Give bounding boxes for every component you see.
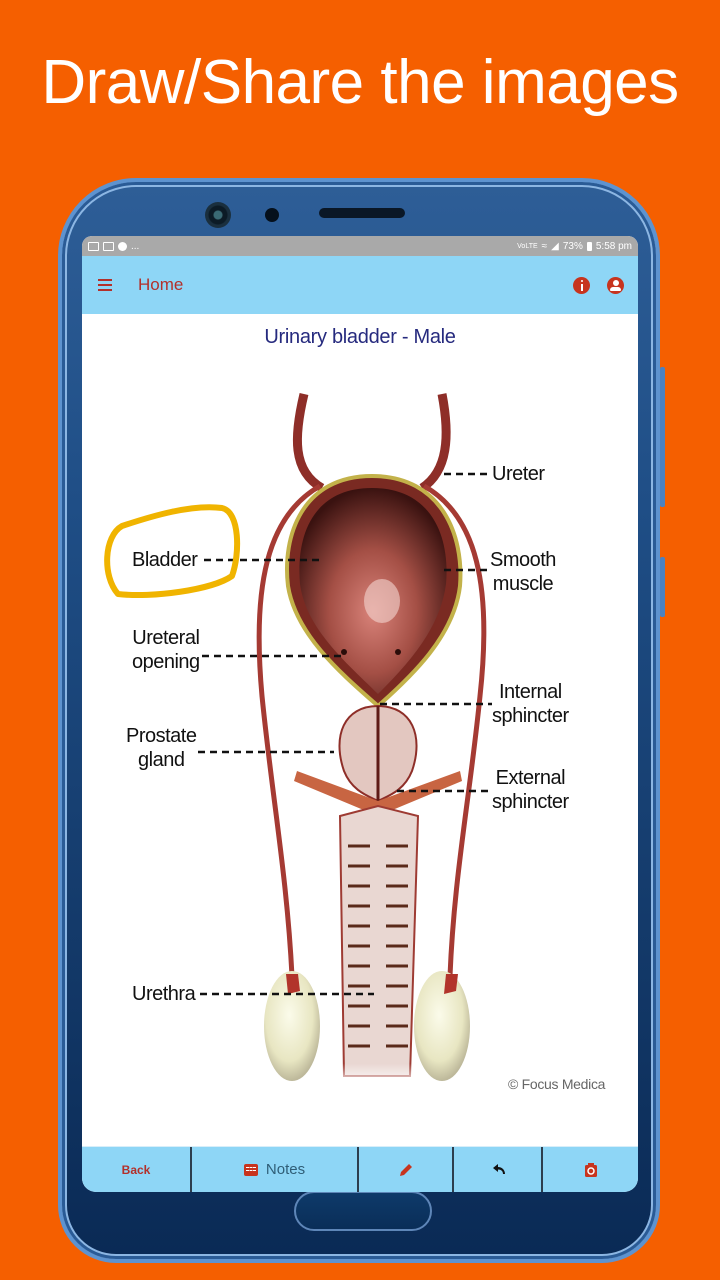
battery-percent: 73% [562,240,583,252]
camera-icon [584,1162,597,1177]
sensor-icon [265,208,279,222]
testis-right [414,971,470,1081]
hamburger-menu-icon[interactable] [98,279,112,291]
ureter-left [292,392,325,492]
pencil-icon [399,1163,412,1176]
label-internal-sphincter: Internal sphincter [492,681,569,727]
notes-button[interactable]: Notes [192,1147,359,1192]
battery-icon [586,241,592,251]
label-ureteral-opening: Ureteral opening [132,627,200,673]
promo-title: Draw/Share the images [41,48,679,117]
ureter-right [419,393,451,492]
label-bladder: Bladder [132,549,198,571]
content-title: Urinary bladder - Male [264,326,456,348]
volte-icon: VoLTE [517,242,538,250]
app-bar: Home [82,256,638,314]
label-smooth-muscle: Smooth muscle [490,549,556,595]
info-icon[interactable] [573,276,590,294]
back-button[interactable]: Back [82,1147,192,1192]
app-notification-icon [118,241,127,251]
earpiece-speaker [319,208,405,218]
signal-icon: ◢ [551,240,559,252]
draw-button[interactable] [359,1147,454,1192]
status-bar: ... VoLTE ≈ ◢ 73% 5:58 pm [82,236,638,256]
label-ureter: Ureter [492,463,545,485]
gmail-icon [103,241,114,251]
anatomy-diagram[interactable]: Ureter Bladder Smooth muscle Ureteral op… [82,376,638,1106]
keyboard-icon [243,1163,258,1176]
clock: 5:58 pm [595,240,632,252]
power-button [660,557,665,617]
app-title: Home [138,275,184,294]
copyright-text: © Focus Medica [508,1076,606,1092]
front-camera-icon [205,202,231,228]
more-notifications: ... [131,240,140,252]
volume-button [660,367,665,507]
camera-button[interactable] [543,1147,638,1192]
label-urethra: Urethra [132,983,196,1005]
undo-icon [492,1163,505,1174]
bottom-toolbar: Back Notes [82,1146,638,1192]
app-screen: ... VoLTE ≈ ◢ 73% 5:58 pm Home Urinary b… [82,236,638,1192]
undo-button[interactable] [454,1147,543,1192]
account-icon[interactable] [607,276,624,294]
label-external-sphincter: External sphincter [492,767,569,813]
home-button[interactable] [294,1191,432,1231]
mail-icon [88,241,99,251]
wifi-icon: ≈ [541,240,548,252]
label-prostate-gland: Prostate gland [126,725,197,771]
